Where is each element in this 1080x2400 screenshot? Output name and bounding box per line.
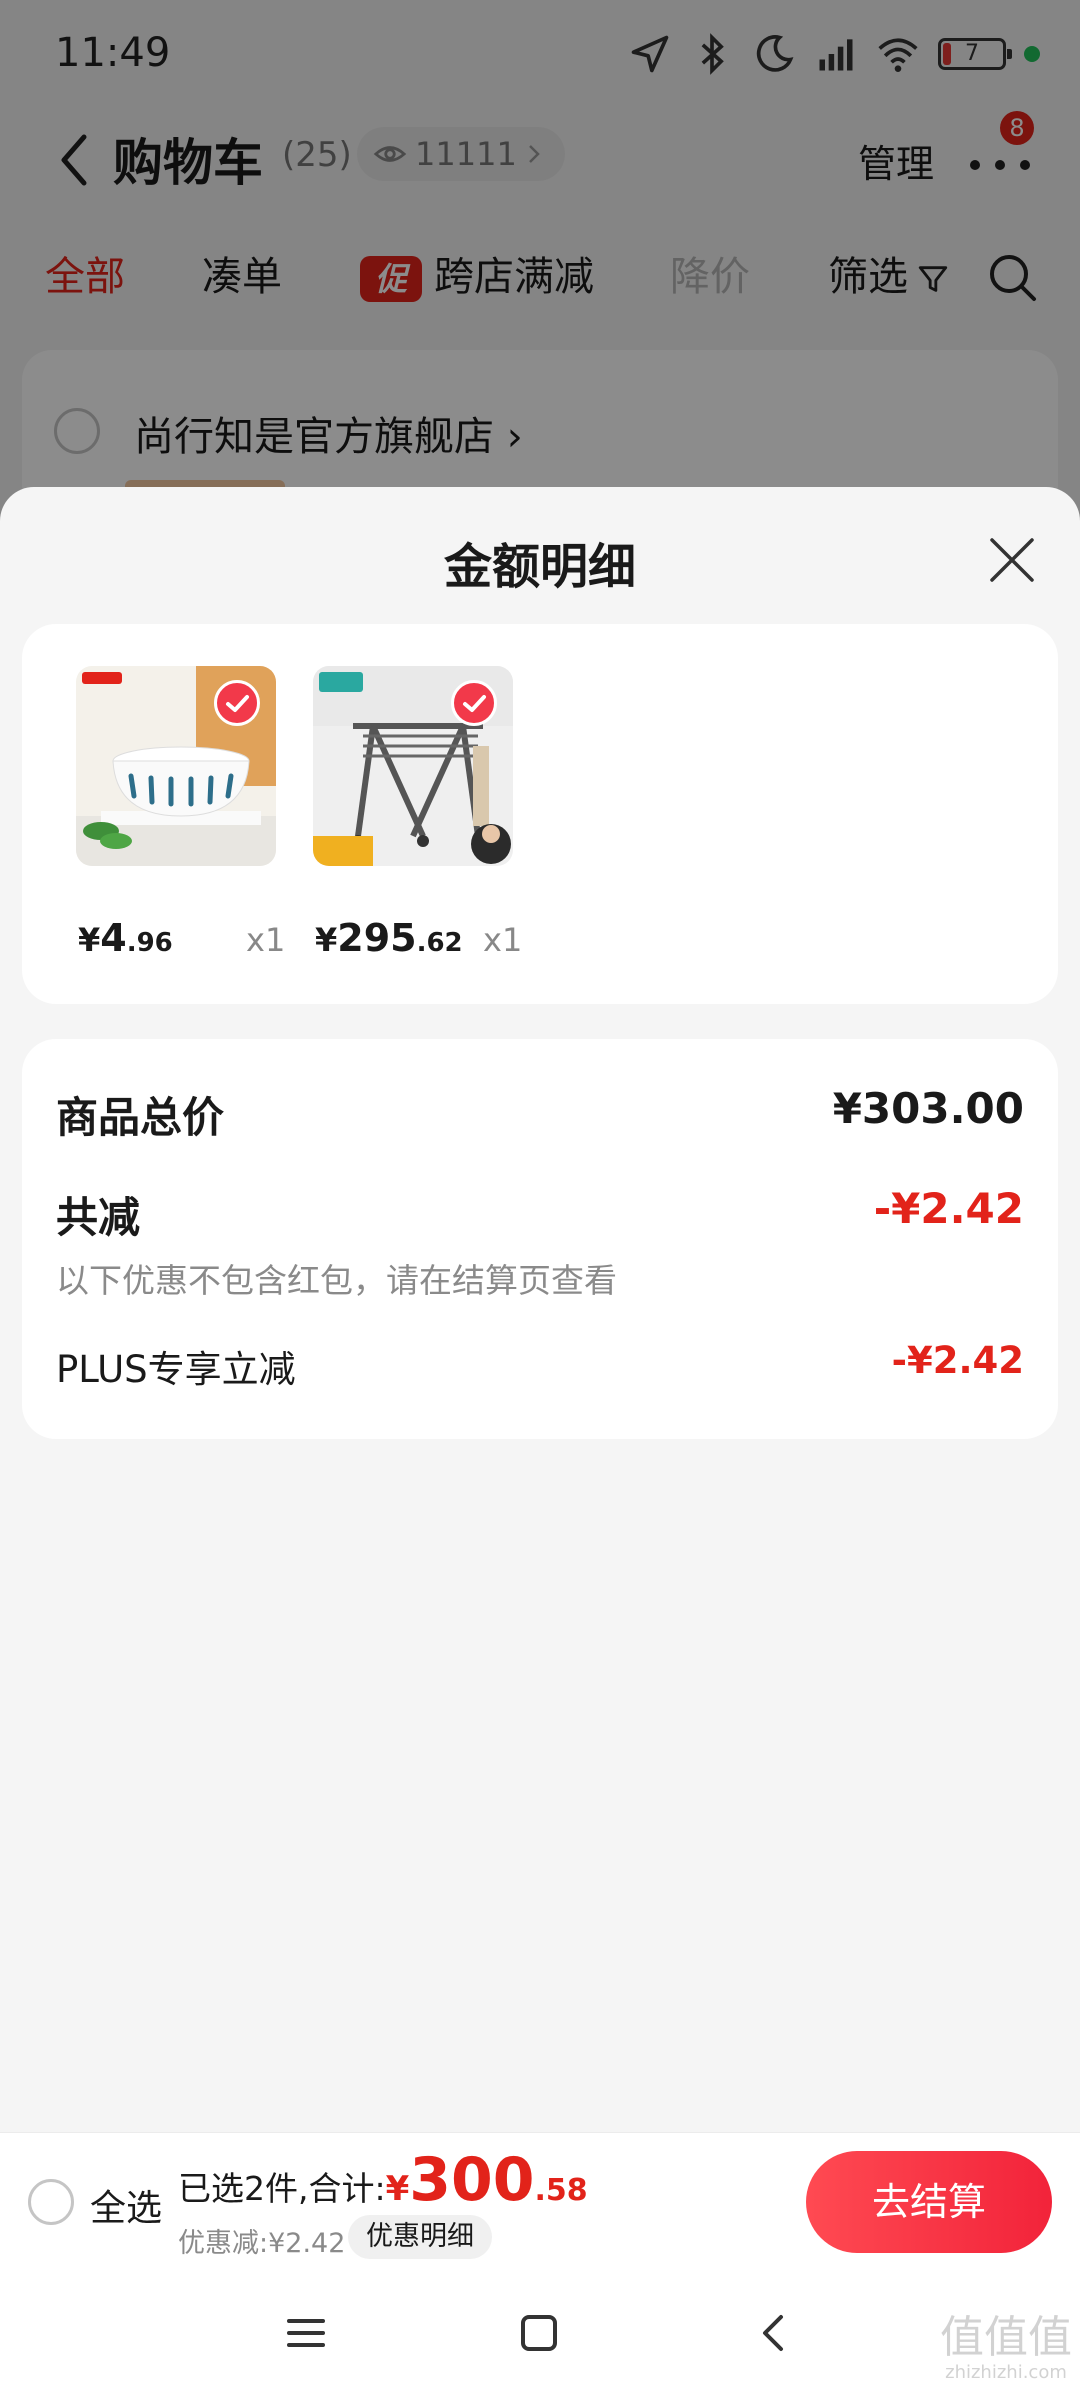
discount-detail-button[interactable]: 优惠明细 — [348, 2215, 492, 2259]
select-all-label[interactable]: 全选 — [90, 2179, 162, 2231]
checked-icon[interactable] — [214, 680, 260, 726]
close-icon[interactable] — [984, 532, 1040, 588]
product-item[interactable]: ¥295.62 x1 — [313, 666, 553, 960]
product-quantity: x1 — [246, 921, 286, 959]
checkout-button[interactable]: 去结算 — [806, 2151, 1052, 2253]
checked-icon[interactable] — [451, 680, 497, 726]
total-currency: ¥ — [385, 2169, 410, 2209]
price-summary-card: 商品总价 ¥303.00 共减 -¥2.42 以下优惠不包含红包，请在结算页查看… — [22, 1039, 1058, 1439]
product-quantity: x1 — [483, 921, 523, 959]
products-card: ¥4.96 x1 ¥295.62 x1 — [22, 624, 1058, 1004]
total-price-label: 商品总价 — [56, 1093, 225, 1142]
product-price: ¥295.62 — [315, 916, 463, 960]
total-reduce-label: 共减 — [56, 1193, 141, 1242]
discount-text: 优惠减:¥2.42 — [178, 2228, 346, 2259]
checkout-bar: 全选 已选2件,合计:¥300.58 优惠减:¥2.42 优惠明细 去结算 — [0, 2132, 1080, 2270]
total-amount-dec: .58 — [534, 2173, 588, 2208]
watermark: 值值值 zhizhizhi.com — [940, 2312, 1072, 2383]
home-icon[interactable] — [518, 2312, 560, 2354]
selected-prefix: 已选2件,合计: — [178, 2169, 386, 2208]
product-price: ¥4.96 — [78, 916, 173, 960]
plus-discount-label: PLUS专享立减 — [56, 1348, 296, 1391]
menu-icon[interactable] — [285, 2312, 327, 2354]
product-item[interactable]: ¥4.96 x1 — [76, 666, 316, 960]
sheet-title: 金额明细 — [443, 539, 636, 595]
total-reduce-value: -¥2.42 — [873, 1184, 1024, 1233]
total-amount-int: 300 — [409, 2145, 535, 2215]
amount-detail-sheet: 金额明细 ¥4.96 x1 ¥295.62 x1 商品总价 ¥303.00 共减… — [0, 487, 1080, 2400]
select-all-radio[interactable] — [28, 2179, 74, 2225]
selected-summary: 已选2件,合计:¥300.58 — [178, 2145, 588, 2215]
plus-discount-value: -¥2.42 — [891, 1339, 1024, 1382]
back-icon[interactable] — [753, 2312, 795, 2354]
discount-note: 以下优惠不包含红包，请在结算页查看 — [56, 1261, 617, 1300]
system-nav-bar: 值值值 zhizhizhi.com — [0, 2270, 1080, 2400]
total-price-value: ¥303.00 — [832, 1084, 1024, 1133]
